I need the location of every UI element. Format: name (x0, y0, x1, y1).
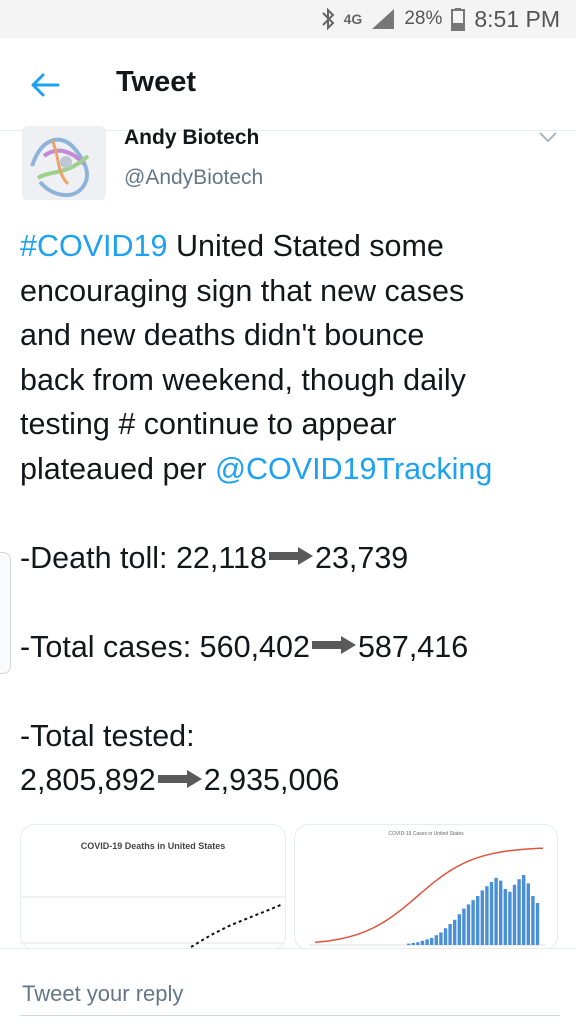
total-cases-line: -Total cases: 560,402 587,416 (20, 625, 560, 670)
case-bar (480, 890, 484, 945)
chevron-down-icon[interactable] (538, 130, 558, 144)
bluetooth-icon (321, 7, 335, 31)
case-bar (439, 932, 443, 945)
app-header: Tweet (0, 38, 576, 131)
case-bar (503, 889, 507, 945)
tweet-line: plateaued per @COVID19Tracking (20, 447, 560, 492)
avatar[interactable] (22, 126, 106, 200)
case-bar (508, 891, 512, 945)
case-bar (476, 896, 480, 945)
case-bar (457, 914, 461, 945)
case-bar (434, 935, 438, 945)
death-old: -Death toll: 22,118 (20, 540, 267, 575)
tweet-text-segment: United Stated some (167, 229, 444, 263)
tweet-line: encouraging sign that new cases (20, 273, 465, 308)
case-bar (499, 880, 503, 945)
right-arrow-icon (157, 769, 202, 788)
case-bar (512, 884, 517, 945)
battery-percent: 28% (404, 8, 443, 29)
total-tested-line: 2,805,892 2,935,006 (20, 758, 560, 803)
page-title: Tweet (116, 66, 197, 98)
cases-new: 587,416 (357, 629, 469, 664)
reply-bar (0, 948, 576, 1025)
case-bar (448, 924, 452, 945)
media-image-cases-chart[interactable]: COVID-19 Cases in United States (294, 824, 558, 950)
case-bar (526, 883, 530, 945)
case-bar (407, 943, 411, 945)
tested-new: 2,935,006 (203, 763, 340, 797)
case-bar (462, 908, 466, 945)
reply-input[interactable] (20, 973, 560, 1016)
tweet-body: #COVID19 United Stated some encouraging … (20, 224, 560, 803)
tweet-text-segment: plateaued per (20, 451, 216, 486)
protein-structure-image (22, 126, 106, 200)
clock: 8:51 PM (474, 5, 560, 32)
chart-title: COVID-19 Deaths in United States (80, 841, 226, 851)
case-bar (430, 938, 434, 945)
chart-title: COVID-19 Cases in United States (388, 831, 464, 837)
case-bar (453, 919, 457, 945)
case-bar (517, 879, 521, 945)
total-tested-label: -Total tested: (20, 718, 195, 753)
case-bar (411, 942, 415, 945)
edge-panel-handle[interactable] (0, 552, 11, 674)
case-bar (485, 886, 489, 945)
case-bar (531, 896, 535, 945)
right-arrow-icon (268, 547, 313, 566)
battery-icon (451, 8, 466, 31)
case-bar (443, 928, 448, 945)
tweet-line: #COVID19 United Stated some (20, 224, 560, 269)
author-name[interactable]: Andy Biotech (124, 126, 259, 150)
mention-link[interactable]: @COVID19Tracking (215, 452, 492, 486)
case-bar (420, 940, 425, 945)
case-bar (416, 942, 420, 945)
case-bar (425, 939, 429, 945)
case-bar (471, 900, 475, 945)
right-arrow-icon (311, 636, 356, 655)
media-image-deaths-chart[interactable]: COVID-19 Deaths in United States (20, 824, 286, 950)
tweet-line: and new deaths didn't bounce (20, 318, 425, 352)
status-bar: 4G 28% 8:51 PM (0, 0, 576, 38)
network-type: 4G (343, 11, 363, 27)
tweet-line: testing # continue to appear (20, 407, 397, 441)
tweet-line: back from weekend, though daily (20, 362, 466, 397)
back-arrow-icon[interactable] (28, 68, 62, 102)
death-new: 23,739 (314, 540, 409, 575)
cases-chart-graphic (309, 847, 545, 946)
case-bar (489, 882, 494, 945)
signal-icon (372, 9, 395, 29)
case-bar (535, 903, 540, 945)
case-bar (494, 877, 498, 945)
case-bar (522, 875, 526, 945)
hashtag-link[interactable]: #COVID19 (20, 229, 167, 263)
tested-old: 2,805,892 (20, 763, 156, 797)
author-handle[interactable]: @AndyBiotech (124, 166, 263, 190)
cases-old: -Total cases: 560,402 (20, 629, 310, 664)
case-bar (466, 904, 471, 945)
death-toll-line: -Death toll: 22,118 23,739 (20, 536, 560, 581)
